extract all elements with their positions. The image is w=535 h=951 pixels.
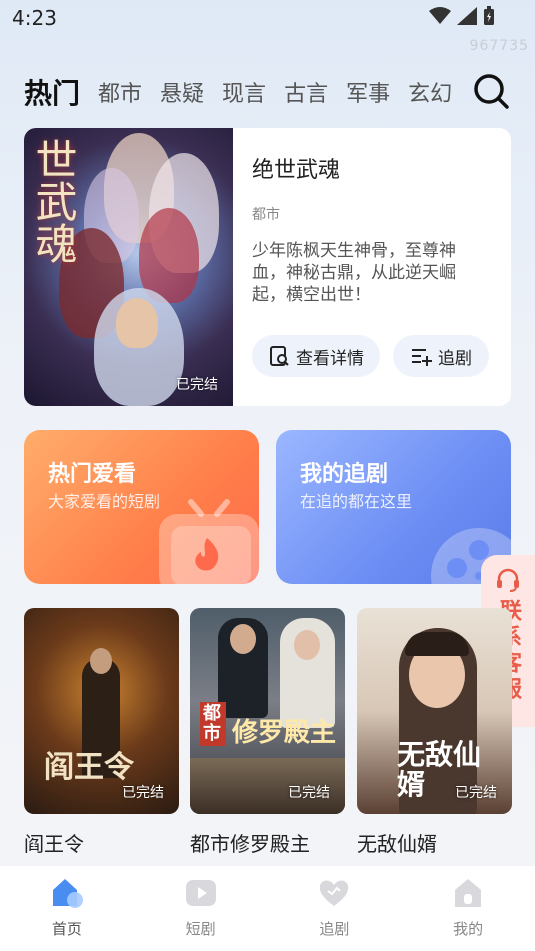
view-details-button[interactable]: 查看详情	[252, 335, 380, 377]
home-icon	[52, 879, 83, 908]
drama-poster[interactable]: 都市 修罗殿主 已完结	[190, 608, 345, 814]
hot-picks-subtitle: 大家爱看的短剧	[48, 492, 161, 511]
tv-fire-icon	[159, 499, 259, 584]
featured-description: 少年陈枫天生神骨，至尊神血，神秘古鼎，从此逆天崛起，横空出世！	[252, 241, 456, 305]
play-icon	[185, 880, 216, 906]
featured-genre: 都市	[252, 207, 280, 223]
nav-home[interactable]: 首页	[27, 866, 107, 951]
my-follows-subtitle: 在追的都在这里	[300, 492, 413, 511]
featured-status-badge: 已完结	[176, 377, 218, 393]
details-icon	[270, 346, 289, 366]
drama-card[interactable]: 无敌仙婿 已完结 无敌仙婿	[357, 608, 512, 857]
follow-button[interactable]: 追剧	[393, 335, 489, 377]
featured-poster[interactable]: 世武魂 已完结	[24, 128, 233, 406]
tab-fantasy[interactable]: 玄幻	[408, 76, 452, 108]
tab-city[interactable]: 都市	[98, 76, 142, 108]
drama-poster[interactable]: 无敌仙婿 已完结	[357, 608, 512, 814]
wifi-icon	[429, 7, 451, 24]
my-follows-title: 我的追剧	[300, 462, 389, 487]
nav-home-label: 首页	[51, 920, 82, 938]
search-icon	[474, 74, 509, 109]
my-follows-card[interactable]: 我的追剧 在追的都在这里	[276, 430, 511, 584]
add-list-icon	[412, 349, 432, 366]
hot-picks-card[interactable]: 热门爱看 大家爱看的短剧	[24, 430, 259, 584]
featured-title[interactable]: 绝世武魂	[252, 152, 340, 184]
drama-name[interactable]: 都市修罗殿主	[190, 828, 345, 857]
drama-poster-title: 阎王令	[44, 750, 134, 785]
tab-modern-romance[interactable]: 现言	[222, 76, 266, 108]
drama-name[interactable]: 阎王令	[24, 828, 179, 857]
tab-suspense[interactable]: 悬疑	[160, 76, 204, 108]
status-icons	[429, 6, 495, 26]
nav-mine[interactable]: 我的	[428, 866, 508, 951]
signal-icon	[457, 7, 477, 25]
featured-drama-card[interactable]: 世武魂 已完结 绝世武魂 都市 少年陈枫天生神骨，至尊神血，神秘古鼎，从此逆天崛…	[24, 128, 511, 406]
follow-label: 追剧	[438, 348, 472, 369]
user-icon	[455, 879, 482, 907]
drama-status-badge: 已完结	[122, 785, 164, 801]
tab-hot[interactable]: 热门	[24, 72, 80, 112]
nav-mine-label: 我的	[453, 920, 484, 938]
hot-picks-title: 热门爱看	[48, 462, 137, 487]
drama-status-badge: 已完结	[288, 785, 330, 801]
search-button[interactable]	[472, 72, 510, 110]
drama-name[interactable]: 无敌仙婿	[357, 828, 512, 857]
heart-icon	[320, 880, 349, 906]
nav-shorts[interactable]: 短剧	[161, 866, 241, 951]
nav-follows[interactable]: 追剧	[294, 866, 374, 951]
bottom-nav: 首页 短剧 追剧 我的	[0, 866, 535, 951]
tab-ancient-romance[interactable]: 古言	[284, 76, 328, 108]
drama-card[interactable]: 阎王令 已完结 阎王令	[24, 608, 179, 857]
headset-icon	[497, 568, 519, 592]
drama-poster-title: 修罗殿主	[232, 718, 337, 748]
watermark: 967735	[469, 38, 529, 54]
drama-status-badge: 已完结	[455, 785, 497, 801]
drama-poster-tag: 都市	[200, 702, 226, 746]
tab-military[interactable]: 军事	[346, 76, 390, 108]
drama-poster[interactable]: 阎王令 已完结	[24, 608, 179, 814]
battery-icon	[484, 6, 494, 25]
nav-shorts-label: 短剧	[185, 920, 216, 938]
featured-poster-title: 世武魂	[29, 138, 78, 264]
status-bar: 4:23	[0, 0, 535, 36]
view-details-label: 查看详情	[296, 348, 364, 369]
status-time: 4:23	[12, 6, 57, 30]
drama-card[interactable]: 都市 修罗殿主 已完结 都市修罗殿主	[190, 608, 345, 857]
nav-follows-label: 追剧	[319, 920, 350, 938]
category-tabs: 热门 都市 悬疑 现言 古言 军事 玄幻	[24, 72, 454, 112]
